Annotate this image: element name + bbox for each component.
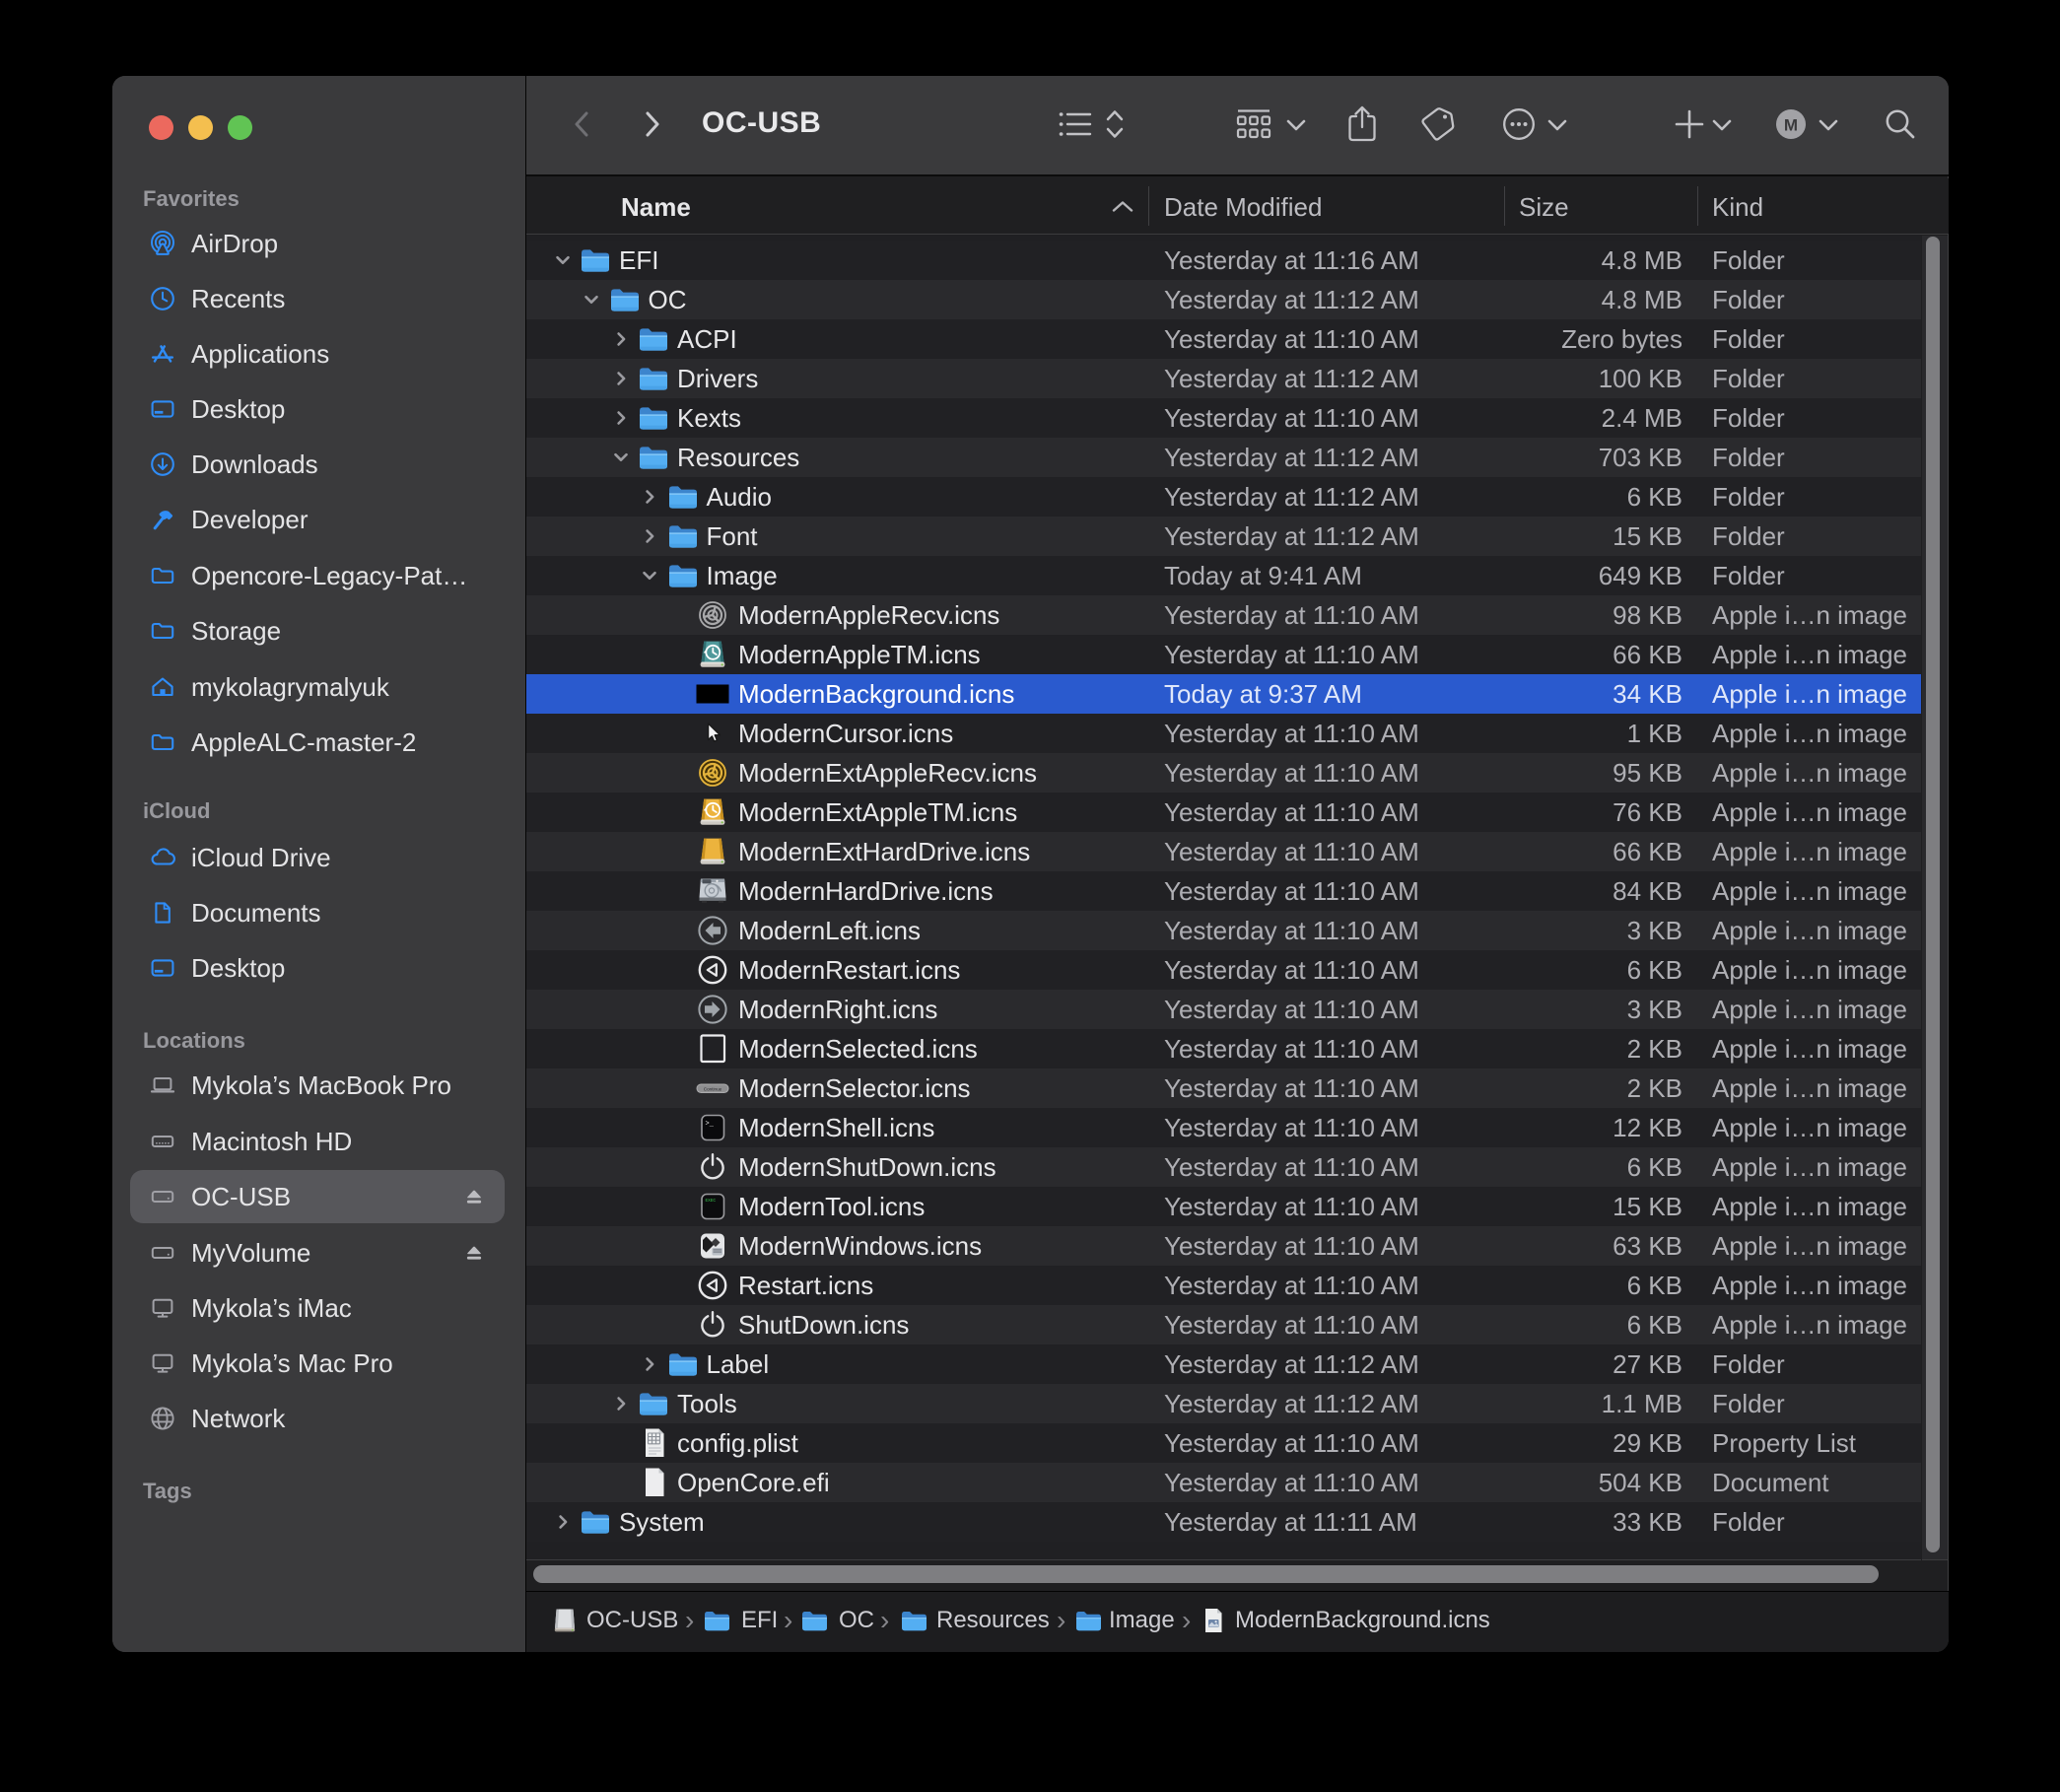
svg-text:M: M [1784, 116, 1798, 135]
svg-text:EXEC: EXEC [706, 1199, 717, 1204]
svg-text:Continue: Continue [704, 1086, 722, 1091]
svg-text:>_: >_ [706, 1121, 715, 1129]
